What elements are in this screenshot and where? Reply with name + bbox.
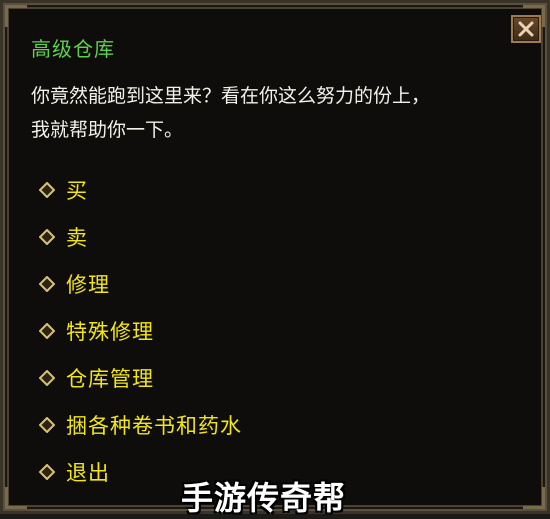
menu-option-bundle-scrolls-potions[interactable]: 捆各种卷书和药水 (39, 401, 242, 448)
diamond-bullet-icon (39, 416, 55, 433)
message-line: 你竟然能跑到这里来？看在你这么努力的份上， (31, 85, 431, 107)
menu-option-storage-management[interactable]: 仓库管理 (39, 354, 242, 401)
menu-option-label: 捆各种卷书和药水 (66, 413, 242, 438)
diamond-bullet-icon (39, 463, 55, 480)
frame-corner (5, 487, 27, 509)
frame-corner (523, 487, 545, 509)
menu-option-label: 买 (66, 178, 88, 203)
frame-corner (5, 5, 27, 27)
menu-option-special-repair[interactable]: 特殊修理 (39, 307, 242, 354)
diamond-bullet-icon (39, 369, 55, 386)
message-line: 我就帮助你一下。 (31, 119, 184, 141)
npc-option-menu: 买 卖 修理 特殊修理 仓库管理 捆各种卷书和药水 退出 (39, 166, 242, 495)
diamond-bullet-icon (39, 181, 55, 198)
menu-option-buy[interactable]: 买 (39, 166, 242, 213)
menu-option-label: 修理 (66, 272, 110, 297)
menu-option-sell[interactable]: 卖 (39, 213, 242, 260)
menu-option-label: 特殊修理 (66, 319, 154, 344)
dialog-title: 高级仓库 (31, 37, 115, 61)
watermark: 手游传奇帮 (181, 479, 347, 517)
npc-message: 你竟然能跑到这里来？看在你这么努力的份上， 我就帮助你一下。 (31, 79, 531, 147)
menu-option-repair[interactable]: 修理 (39, 260, 242, 307)
close-x-icon (518, 21, 534, 37)
diamond-bullet-icon (39, 322, 55, 339)
diamond-bullet-icon (39, 228, 55, 245)
menu-option-label: 仓库管理 (66, 366, 154, 391)
diamond-bullet-icon (39, 275, 55, 292)
npc-dialog-window: 高级仓库 你竟然能跑到这里来？看在你这么努力的份上， 我就帮助你一下。 买 卖 … (0, 0, 550, 517)
close-button[interactable] (511, 15, 541, 43)
menu-option-label: 卖 (66, 225, 88, 250)
menu-option-label: 退出 (66, 460, 110, 485)
